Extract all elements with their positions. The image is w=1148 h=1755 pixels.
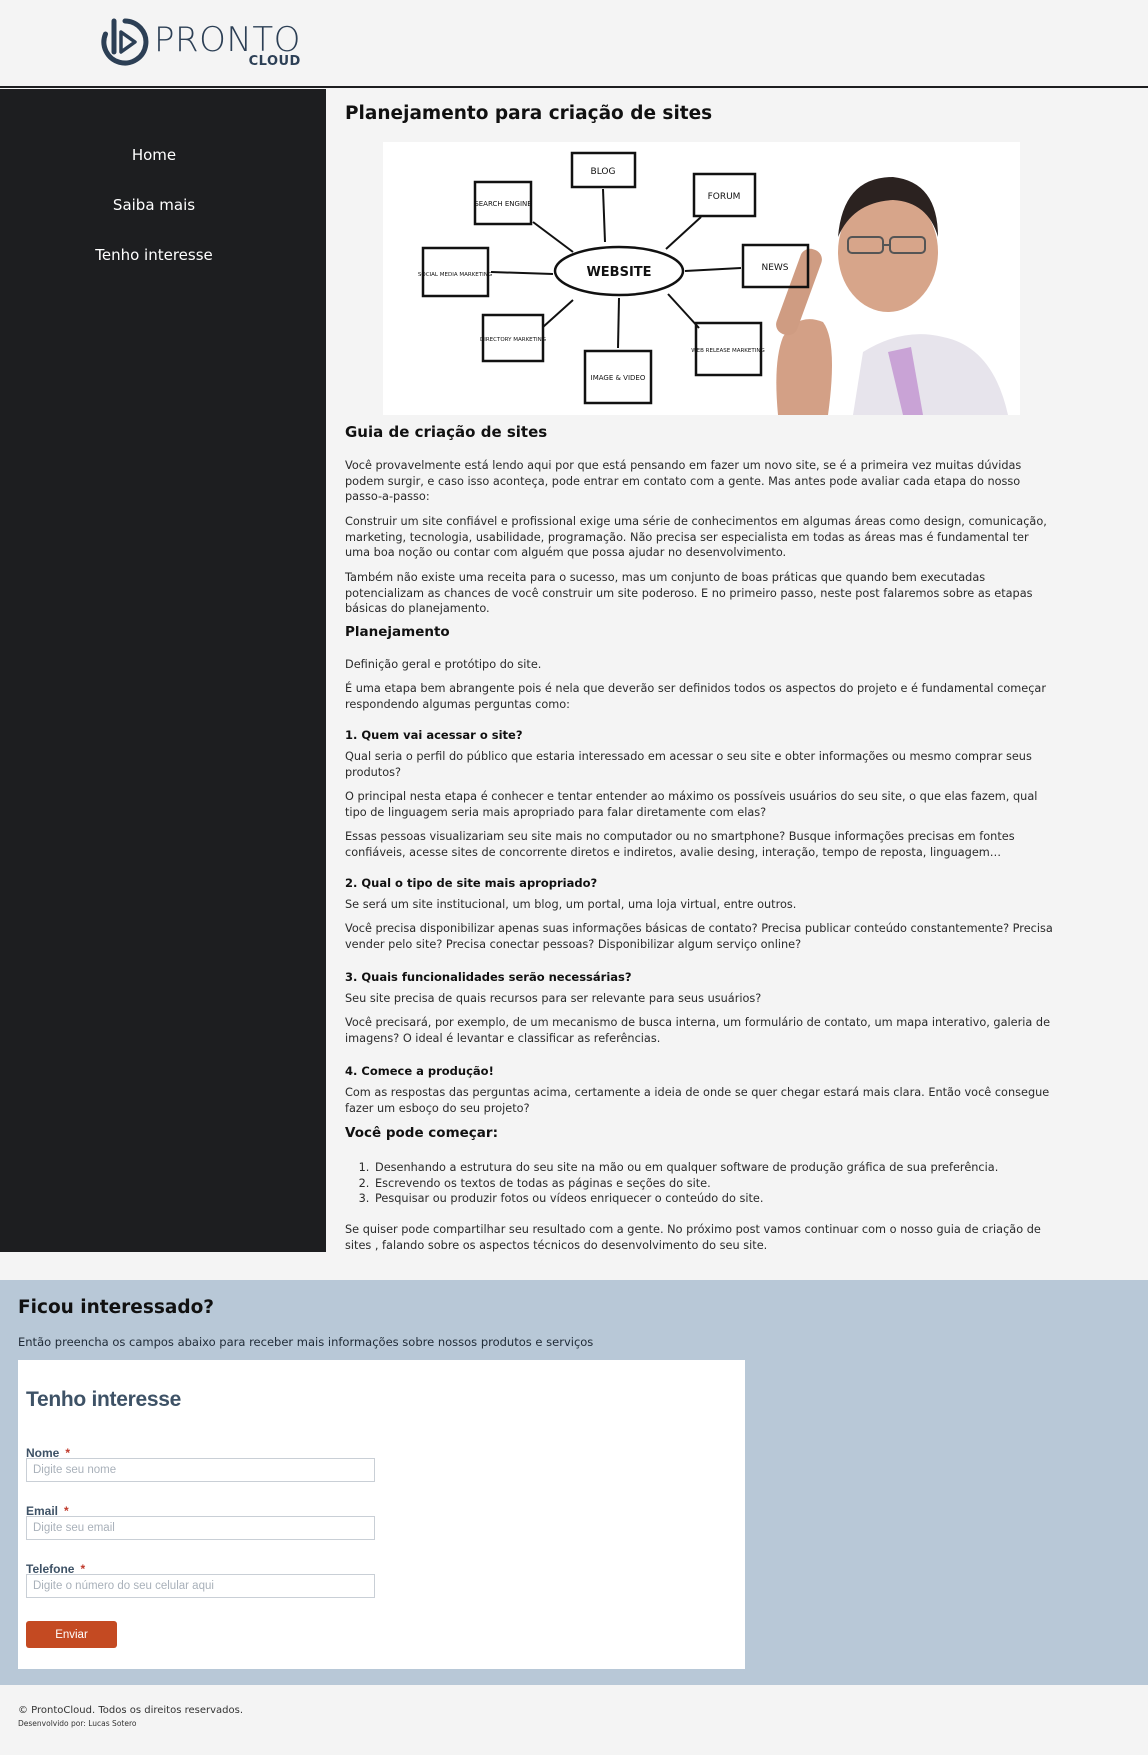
diagram-node-forum: FORUM <box>708 192 741 202</box>
developer-credit: Desenvolvido por: Lucas Sotero <box>18 1719 137 1728</box>
question-heading: 1. Quem vai acessar o site? <box>345 728 523 742</box>
interest-title: Ficou interessado? <box>18 1297 215 1318</box>
website-diagram-illustration: WEBSITE BLOG SEARCH ENGINE FORUM SOCIAL … <box>383 142 1020 415</box>
form-title: Tenho interesse <box>26 1388 181 1411</box>
question-heading: 2. Qual o tipo de site mais apropriado? <box>345 876 598 890</box>
nav-item-saiba-mais[interactable]: Saiba mais <box>0 196 308 214</box>
logo-subtitle: CLOUD <box>248 54 301 69</box>
logo-text: PRONTO CLOUD <box>154 17 301 68</box>
nav-item-tenho-interesse[interactable]: Tenho interesse <box>0 246 308 264</box>
guide-heading: Guia de criação de sites <box>345 423 548 441</box>
list-item: Pesquisar ou produzir fotos ou vídeos en… <box>373 1191 1053 1207</box>
submit-button[interactable]: Enviar <box>26 1621 117 1648</box>
diagram-node-directory: DIRECTORY MARKETING <box>480 337 546 343</box>
article-title: Planejamento para criação de sites <box>345 103 713 124</box>
paragraph: Essas pessoas visualizariam seu site mai… <box>345 830 1015 859</box>
interest-form: Tenho interesse Nome* Email* Telefone* E… <box>18 1360 745 1669</box>
diagram-node-image-video: IMAGE & VIDEO <box>591 374 646 382</box>
question-heading: 4. Comece a produção! <box>345 1064 494 1078</box>
paragraph: Com as respostas das perguntas acima, ce… <box>345 1086 1050 1115</box>
start-heading: Você pode começar: <box>345 1125 498 1141</box>
paragraph: Você precisará, por exemplo, de um mecan… <box>345 1016 1051 1045</box>
email-field[interactable] <box>26 1516 375 1540</box>
interest-subtitle: Então preencha os campos abaixo para rec… <box>18 1335 594 1349</box>
interest-section: Ficou interessado? Então preencha os cam… <box>0 1280 1148 1685</box>
paragraph: O principal nesta etapa é conhecer e ten… <box>345 790 1038 819</box>
site-footer: © ProntoCloud. Todos os direitos reserva… <box>0 1685 1148 1755</box>
pronto-cloud-logo[interactable]: PRONTO CLOUD <box>100 17 301 69</box>
copyright-text: © ProntoCloud. Todos os direitos reserva… <box>18 1705 244 1716</box>
logo-wordmark: PRONTO <box>154 20 301 60</box>
paragraph: Você precisa disponibilizar apenas suas … <box>345 922 1053 951</box>
list-item: Escrevendo os textos de todas as páginas… <box>373 1176 1053 1192</box>
diagram-node-blog: BLOG <box>591 167 616 177</box>
planning-heading: Planejamento <box>345 624 450 640</box>
paragraph: É uma etapa bem abrangente pois é nela q… <box>345 682 1046 711</box>
paragraph: Construir um site confiável e profission… <box>345 515 1047 560</box>
diagram-node-search-engine: SEARCH ENGINE <box>474 200 531 208</box>
diagram-node-web-release: WEB RELEASE MARKETING <box>691 348 765 354</box>
steps-list: Desenhando a estrutura do seu site na mã… <box>373 1160 1053 1207</box>
paragraph: Se quiser pode compartilhar seu resultad… <box>345 1223 1041 1252</box>
logo-play-icon <box>101 18 149 66</box>
paragraph: Você provavelmente está lendo aqui por q… <box>345 459 1022 504</box>
diagram-node-social-media: SOCIAL MEDIA MARKETING <box>418 272 492 278</box>
paragraph: Seu site precisa de quais recursos para … <box>345 992 762 1005</box>
nav-item-home[interactable]: Home <box>0 146 308 164</box>
sidebar-nav: Home Saiba mais Tenho interesse <box>0 89 326 1252</box>
list-item: Desenhando a estrutura do seu site na mã… <box>373 1160 1053 1176</box>
diagram-node-news: NEWS <box>761 263 788 273</box>
name-field[interactable] <box>26 1458 375 1482</box>
hero-image-website-diagram: WEBSITE BLOG SEARCH ENGINE FORUM SOCIAL … <box>383 142 1020 415</box>
paragraph: Qual seria o perfil do público que estar… <box>345 750 1032 779</box>
paragraph: Se será um site institucional, um blog, … <box>345 898 797 911</box>
diagram-center-label: WEBSITE <box>586 265 651 280</box>
question-heading: 3. Quais funcionalidades serão necessári… <box>345 970 632 984</box>
paragraph: Definição geral e protótipo do site. <box>345 658 542 671</box>
paragraph: Também não existe uma receita para o suc… <box>345 571 1033 616</box>
site-header: PRONTO CLOUD <box>0 0 1148 88</box>
phone-field[interactable] <box>26 1574 375 1598</box>
